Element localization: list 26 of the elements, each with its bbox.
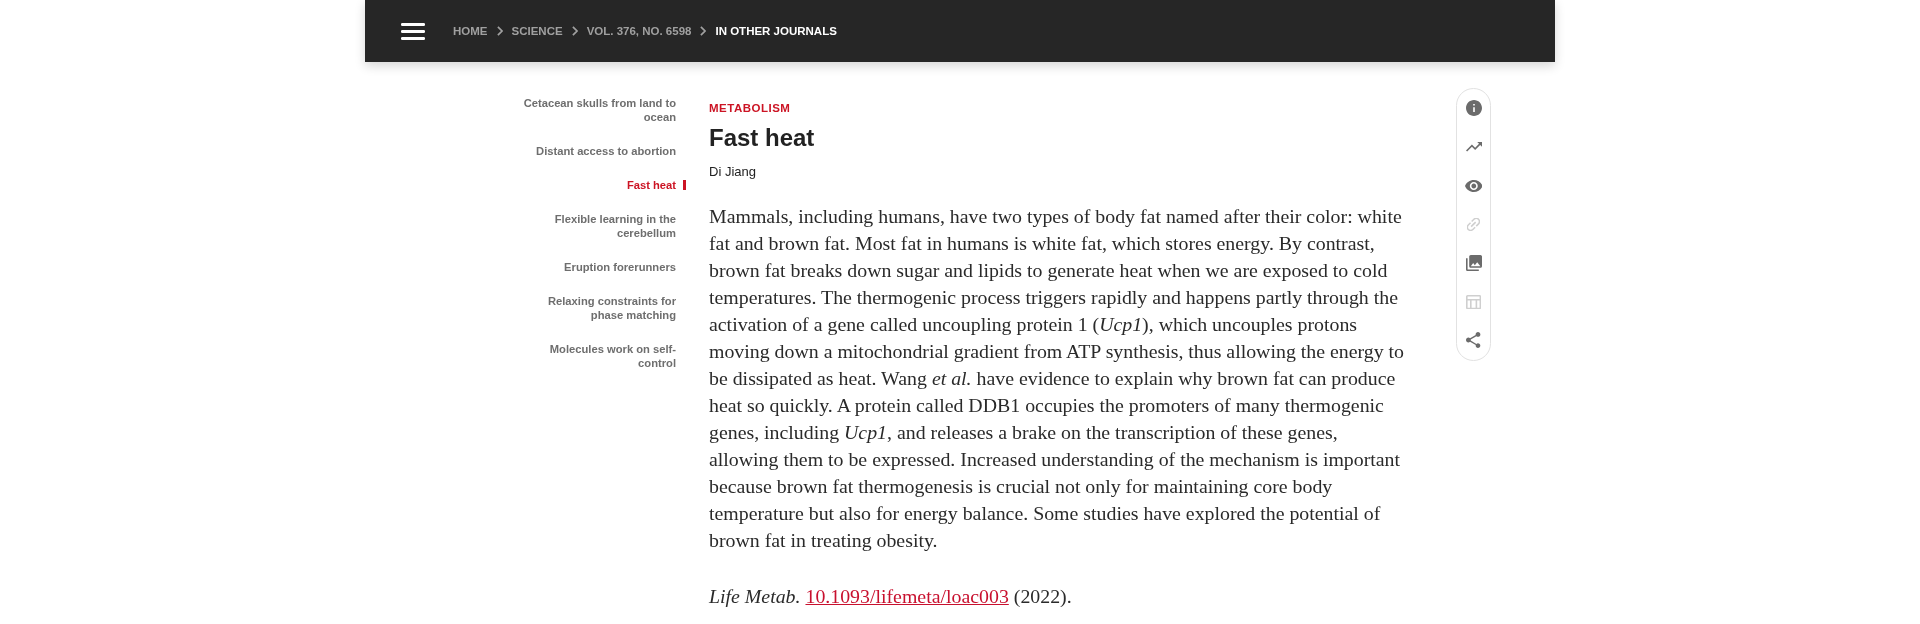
images-icon[interactable]	[1465, 255, 1482, 272]
sidebar-link[interactable]: Relaxing constraints for phase matching	[514, 294, 676, 322]
breadcrumb-link[interactable]: IN OTHER JOURNALS	[715, 25, 837, 37]
chevron-right-icon	[496, 26, 503, 36]
breadcrumb-link[interactable]: SCIENCE	[511, 25, 563, 37]
sidebar-link[interactable]: Cetacean skulls from land to ocean	[514, 96, 676, 124]
sidebar-link[interactable]: Eruption forerunners	[564, 260, 676, 274]
sidebar-link[interactable]: Molecules work on self-control	[514, 342, 676, 370]
eye-icon[interactable]	[1464, 179, 1483, 192]
info-icon[interactable]	[1465, 100, 1482, 117]
sidebar-link[interactable]: Fast heat	[626, 178, 676, 192]
share-icon[interactable]	[1466, 332, 1481, 349]
chevron-right-icon	[700, 26, 707, 36]
doi-link[interactable]: 10.1093/lifemeta/loac003	[805, 585, 1009, 607]
article-title: Fast heat	[709, 123, 816, 153]
article-body: Mammals, including humans, have two types of body fat named after their color: white fat and brown fat. Most fat in humans is white fat, which stores energy. By contrast, brown fat breaks down sugar and lipids to generate heat when we are exposed to cold temperatures. The thermogenic process triggers rapidly and happens partly through the activation of a gene called uncoupling protein 1 (Ucp1), which uncouples protons moving down a mitochondrial gradient from ATP synthesis, thus allowing the energy to be dissipated as heat. Wang et al. have evidence to explain why brown fat can produce heat so quickly. A protein called DDB1 occupies the promoters of many thermogenic genes, including Ucp1, and releases a brake on the transcription of these genes, allowing them to be expressed. Increased understanding of the mechanism is important because brown fat thermogenesis is crucial not only for maintaining core body temperature but also for energy balance. Some studies have explored the potential of brown fat in treating obesity.	[709, 204, 1404, 553]
chevron-right-icon	[571, 26, 578, 36]
trending-up-icon[interactable]	[1465, 142, 1482, 152]
sidebar-link[interactable]: Distant access to abortion	[536, 144, 676, 158]
breadcrumb-link[interactable]: HOME	[453, 25, 488, 37]
citation: Life Metab. 10.1093/lifemeta/loac003 (2022).	[709, 584, 1073, 609]
category-label: METABOLISM	[709, 101, 792, 116]
sidebar-link[interactable]: Flexible learning in the cerebellum	[514, 212, 676, 240]
menu-icon[interactable]	[401, 22, 425, 40]
author-name: Di Jiang	[709, 163, 757, 181]
breadcrumb-link[interactable]: VOL. 376, NO. 6598	[586, 25, 692, 37]
